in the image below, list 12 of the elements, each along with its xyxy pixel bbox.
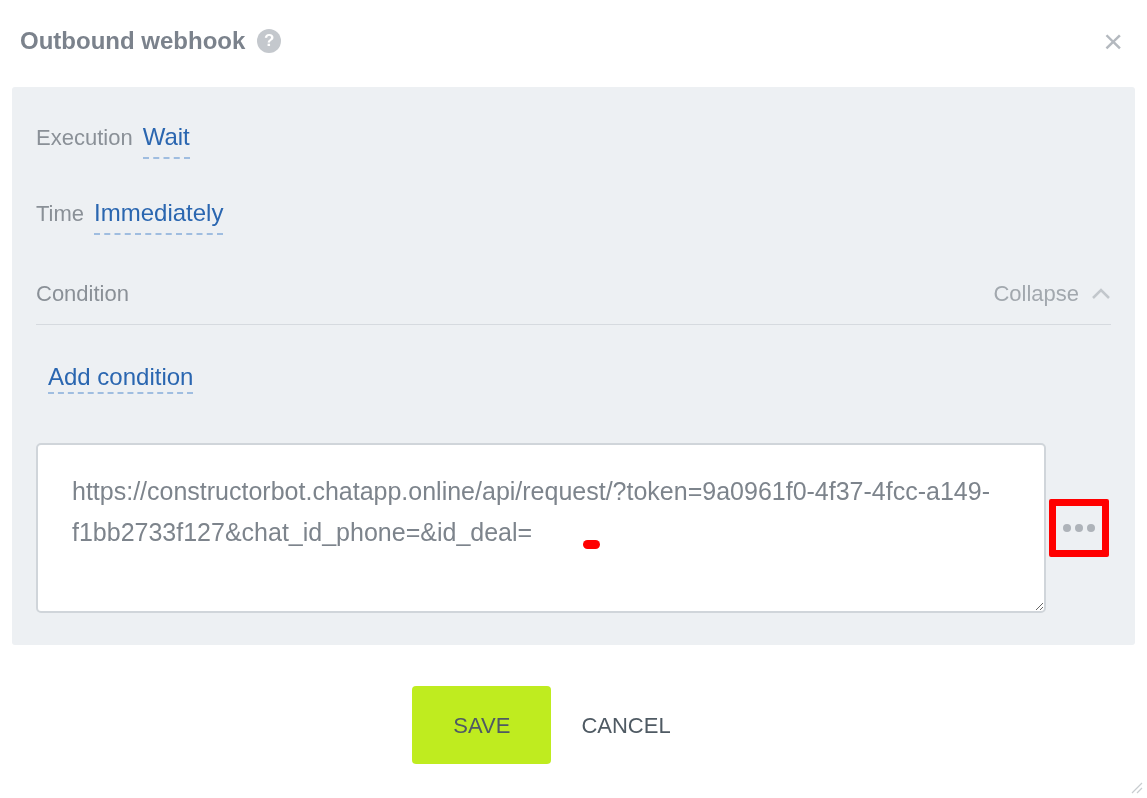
- dialog-title: Outbound webhook: [20, 26, 246, 56]
- setting-label: Execution: [36, 124, 133, 152]
- setting-label: Time: [36, 200, 85, 228]
- section-label: Condition: [36, 280, 129, 308]
- setting-value-link[interactable]: Wait: [142, 119, 190, 159]
- cancel-button[interactable]: CANCEL: [577, 686, 675, 764]
- add-condition-link[interactable]: Add condition: [48, 363, 194, 394]
- save-button[interactable]: SAVE: [412, 686, 552, 764]
- more-button[interactable]: [1049, 499, 1109, 557]
- resize-grip-icon: [1129, 780, 1143, 794]
- setting-value-link[interactable]: Immediately: [94, 195, 224, 235]
- url-field[interactable]: https://constructorbot.chatapp.online/api/request/?token=9a0961f0-4f37-4fcc-a149-f1bb2733f127&chat_id_phone=&id_deal=: [36, 443, 1046, 613]
